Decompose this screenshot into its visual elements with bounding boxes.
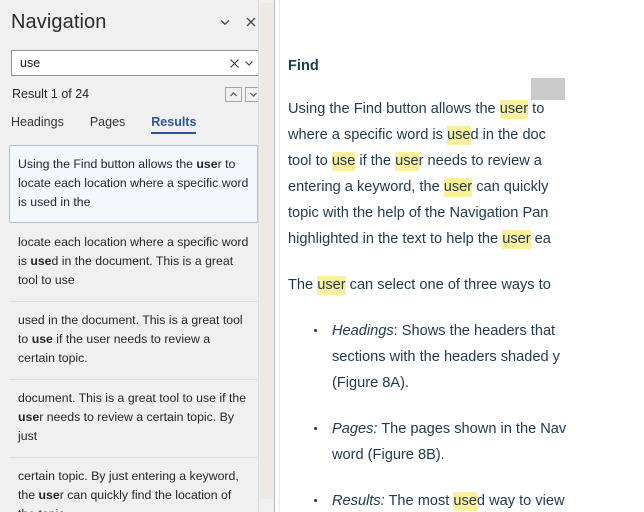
document-text: highlighted in the text to help the [288, 231, 503, 247]
document-text: where a specific word is [288, 127, 447, 143]
document-line: topic with the help of the Navigation Pa… [288, 200, 644, 226]
document-line: where a specific word is used in the doc [288, 122, 644, 148]
document-line: highlighted in the text to help the user… [288, 226, 644, 252]
search-results-list[interactable]: Using the Find button allows the user to… [0, 145, 274, 512]
highlighted-match: user [443, 178, 473, 197]
highlighted-match: use [395, 152, 419, 171]
document-text: d way to view [476, 493, 565, 509]
navigation-pane: Navigation Result 1 of 24 [0, 0, 274, 512]
document-line: tool to use if the user needs to review … [288, 148, 644, 174]
match-term: use [196, 157, 218, 171]
result-count-label: Result 1 of 24 [12, 87, 90, 101]
document-text: word (Figure 8B). [332, 447, 445, 463]
search-result-item[interactable]: locate each location where a specific wo… [9, 223, 258, 301]
page-title: Navigation [11, 10, 107, 33]
document-line: sections with the headers shaded y [332, 344, 644, 370]
document-line: Headings: Shows the headers that [332, 318, 644, 344]
document-line: entering a keyword, the user can quickly [288, 174, 644, 200]
scrollbar-thumb[interactable] [260, 3, 273, 499]
document-text: Using the Find button allows the [288, 101, 500, 117]
document-line: Using the Find button allows the user to [288, 96, 644, 122]
search-result-item[interactable]: document. This is a great tool to use if… [9, 379, 258, 457]
document-line: Pages: The pages shown in the Nav [332, 416, 644, 442]
document-text: d in the doc [470, 127, 546, 143]
document-bullet-list: Headings: Shows the headers that sections… [288, 318, 644, 512]
match-term: use [31, 332, 53, 346]
list-item-lead: Pages: [332, 421, 378, 437]
match-term: use [18, 410, 40, 424]
document-text: can select one of three ways to [345, 277, 551, 293]
search-input[interactable] [20, 56, 226, 70]
chevron-down-icon[interactable] [242, 54, 256, 72]
document-text: ea [530, 231, 551, 247]
highlighted-match: use [331, 152, 356, 171]
match-term: use [30, 254, 52, 268]
document-text: The [288, 277, 318, 293]
highlighted-match: user [317, 276, 346, 295]
document-text: : Shows the headers that [393, 323, 556, 339]
document-line: (Figure 8A). [332, 370, 644, 396]
document-text: r needs to review a [418, 153, 542, 169]
list-item-lead: Headings [332, 323, 394, 339]
document-text: entering a keyword, the [288, 179, 444, 195]
previous-result-button[interactable] [225, 86, 242, 102]
document-paragraph: Using the Find button allows the user to… [288, 96, 644, 252]
result-text: Using the Find button allows the [18, 157, 197, 171]
search-result-item[interactable]: used in the document. This is a great to… [9, 301, 258, 379]
tab-results[interactable]: Results [151, 115, 197, 134]
highlighted-match: user [502, 230, 531, 249]
highlighted-match: user [499, 100, 529, 119]
result-text: document. This is a great tool to use if… [18, 391, 247, 405]
document-text: (Figure 8A). [332, 375, 410, 391]
document-text: can quickly [472, 179, 549, 195]
document-list-item: Results: The most used way to viewThe re… [288, 488, 644, 512]
result-count-row: Result 1 of 24 [12, 83, 262, 105]
document-paragraph: The user can select one of three ways to [288, 272, 644, 298]
document-text: tool to [288, 153, 332, 169]
document-list-item: Headings: Shows the headers that sections… [288, 318, 644, 396]
navigation-tabs: Headings Pages Results [11, 115, 274, 141]
document-list-item: Pages: The pages shown in the Nav word (F… [288, 416, 644, 468]
document-text: if the [355, 153, 396, 169]
tab-pages[interactable]: Pages [90, 115, 125, 134]
document-text: to [528, 101, 545, 117]
chevron-down-icon[interactable] [212, 9, 238, 35]
document-heading: Find [288, 58, 319, 74]
tab-headings[interactable]: Headings [11, 115, 64, 134]
result-text: r needs to review a certain topic. By ju… [18, 410, 234, 443]
document-text: The most [384, 493, 454, 509]
document-line: word (Figure 8B). [332, 442, 644, 468]
highlighted-match: use [453, 492, 477, 511]
highlighted-match: use [446, 126, 471, 145]
document-text: The pages shown in the Nav [377, 421, 567, 437]
close-icon[interactable] [226, 54, 242, 72]
list-item-lead: Results: [332, 493, 385, 509]
document-page: Find Using the Find button allows the us… [280, 0, 644, 512]
document-canvas[interactable]: Find Using the Find button allows the us… [280, 0, 644, 512]
word-window: Navigation Result 1 of 24 [0, 0, 644, 512]
search-result-item[interactable]: Using the Find button allows the user to… [9, 145, 258, 223]
navigation-pane-header: Navigation [0, 0, 274, 44]
search-box[interactable] [11, 50, 262, 76]
document-line: Results: The most used way to view [332, 488, 644, 512]
search-result-item[interactable]: certain topic. By just entering a keywor… [9, 457, 258, 512]
navigation-pane-scrollbar[interactable] [258, 0, 274, 512]
document-text: topic with the help of the Navigation Pa… [288, 205, 549, 221]
document-text: sections with the headers shaded y [332, 349, 560, 365]
document-line: The user can select one of three ways to [288, 272, 644, 298]
match-term: use [38, 488, 60, 502]
